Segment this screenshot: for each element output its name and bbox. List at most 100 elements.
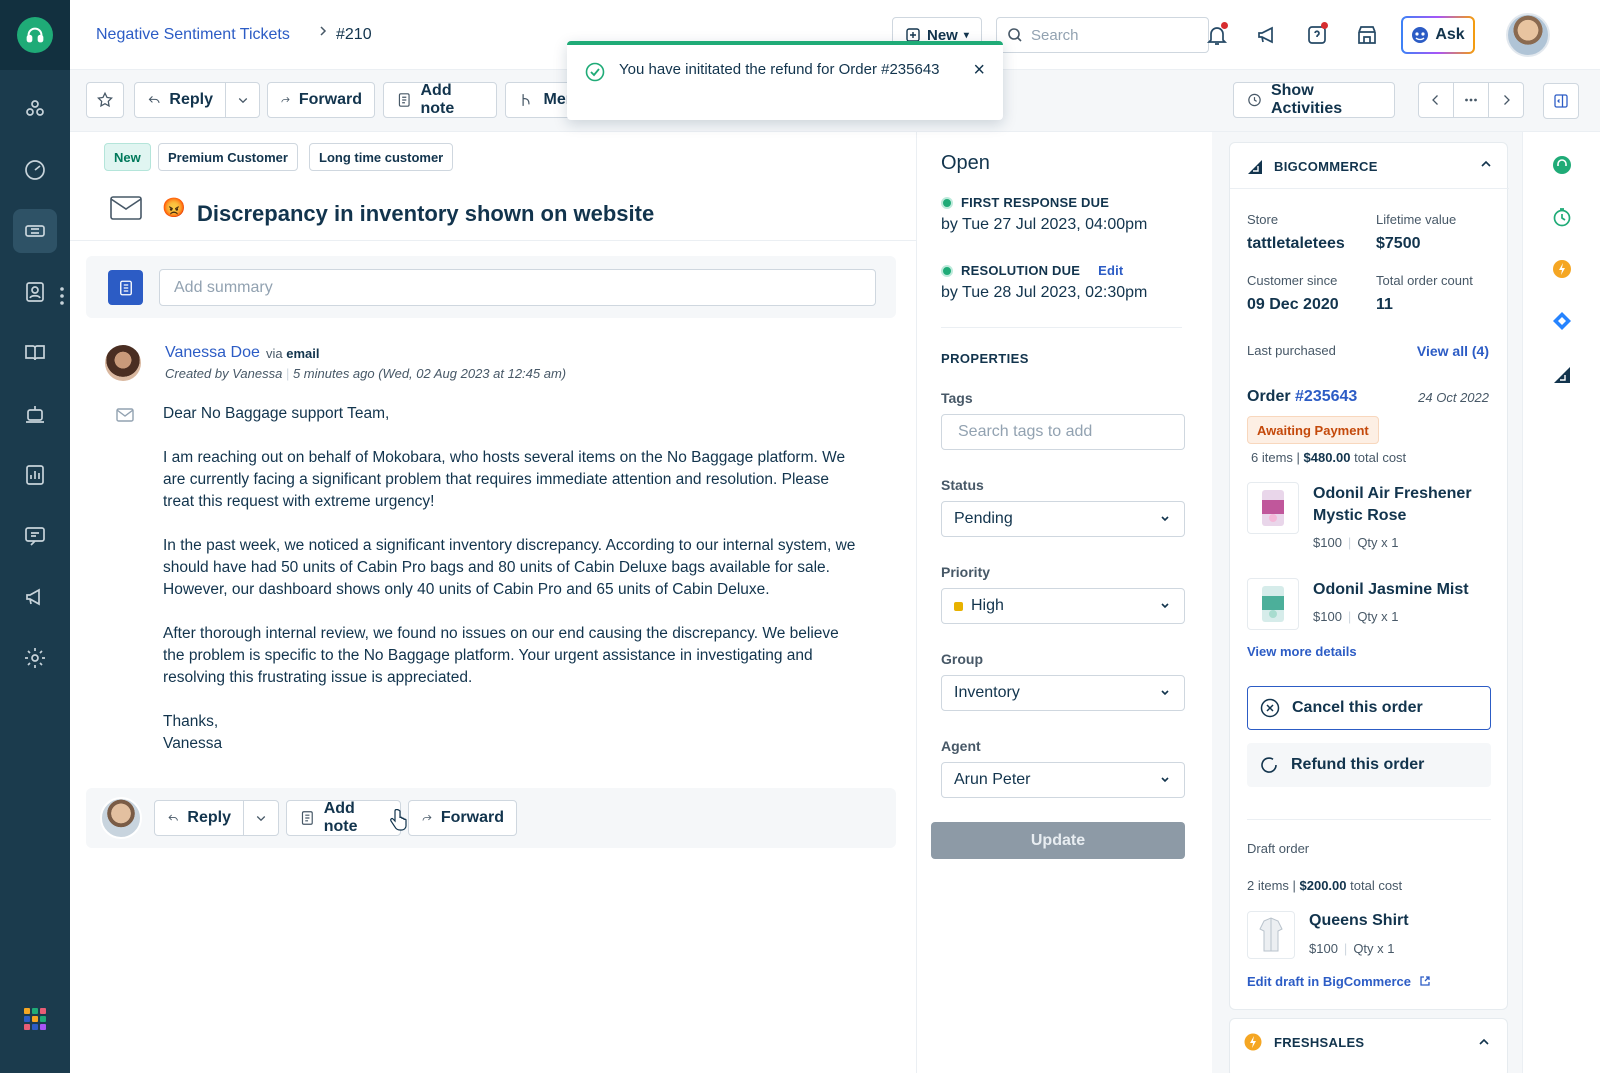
tag-long-time-customer[interactable]: Long time customer: [309, 143, 454, 171]
apps-sidebar: [1522, 132, 1600, 1073]
collapse-sidebar-button[interactable]: [1522, 82, 1600, 120]
nav-analytics-icon[interactable]: [13, 453, 57, 497]
note-icon: [301, 811, 313, 825]
status-label: Status: [941, 477, 984, 493]
agent-select[interactable]: Arun Peter: [941, 762, 1185, 798]
apps-grid-icon[interactable]: [24, 1008, 46, 1030]
global-search-input[interactable]: Search: [996, 17, 1209, 53]
signoff: Thanks,: [163, 713, 219, 730]
nav-tickets-icon[interactable]: [13, 209, 57, 253]
tags-input[interactable]: Search tags to add: [941, 414, 1185, 450]
breadcrumb-ticket-id: #210: [336, 26, 372, 43]
add-summary-input[interactable]: Add summary: [159, 269, 876, 306]
ticket-subject: Discrepancy in inventory shown on websit…: [197, 201, 655, 226]
email-source-icon: [116, 408, 134, 422]
draft-order-label: Draft order: [1247, 841, 1310, 856]
view-more-details-link[interactable]: View more details: [1247, 644, 1357, 659]
summary-section: Add summary: [86, 256, 896, 318]
update-button[interactable]: Update: [931, 822, 1185, 859]
tag-new[interactable]: New: [104, 143, 151, 171]
bigcommerce-app-icon[interactable]: [1551, 364, 1573, 386]
previous-ticket-button[interactable]: [1418, 82, 1454, 118]
add-note-button-bottom[interactable]: Add note: [286, 800, 401, 836]
customer-since-value: 09 Dec 2020: [1247, 296, 1339, 313]
view-all-orders-link[interactable]: View all (4): [1417, 343, 1489, 359]
bigcommerce-title: BIGCOMMERCE: [1274, 159, 1378, 174]
freshdesk-logo-icon[interactable]: [17, 17, 53, 53]
bigcommerce-header[interactable]: BIGCOMMERCE: [1230, 143, 1509, 189]
reply-button-bottom[interactable]: Reply: [154, 800, 244, 836]
resolution-due-value: by Tue 28 Jul 2023, 02:30pm: [941, 284, 1148, 301]
reply-options-dropdown[interactable]: [225, 82, 260, 118]
divider: [70, 240, 917, 241]
notifications-bell-icon[interactable]: [1202, 20, 1232, 50]
forward-button[interactable]: Forward: [267, 82, 375, 118]
message-meta: Created by Vanessa | 5 minutes ago (Wed,…: [165, 366, 567, 381]
product-thumbnail: [1247, 578, 1299, 630]
reply-button[interactable]: Reply: [134, 82, 226, 118]
nav-more-icon[interactable]: [60, 287, 64, 308]
draft-product-name: Queens Shirt: [1309, 912, 1409, 929]
next-ticket-button[interactable]: [1488, 82, 1524, 118]
lifetime-value: $7500: [1376, 235, 1421, 252]
logo-area[interactable]: [0, 0, 70, 70]
freshsales-app-icon[interactable]: [1551, 258, 1573, 280]
nav-contacts-icon[interactable]: [13, 270, 57, 314]
nav-solutions-icon[interactable]: [13, 331, 57, 375]
cancel-order-button[interactable]: Cancel this order: [1247, 686, 1491, 730]
toast-close-icon[interactable]: ×: [973, 59, 985, 82]
signature: Vanessa: [163, 735, 223, 752]
reply-label: Reply: [169, 91, 213, 108]
add-note-button[interactable]: Add note: [383, 82, 497, 118]
jira-app-icon[interactable]: [1551, 310, 1573, 332]
status-dot-icon: [941, 196, 953, 209]
nav-campaigns-icon[interactable]: [13, 575, 57, 619]
status-select[interactable]: Pending: [941, 501, 1185, 537]
forward-label: Forward: [440, 809, 504, 826]
star-button[interactable]: [86, 82, 124, 118]
user-avatar[interactable]: [1506, 13, 1550, 57]
nav-automation-icon[interactable]: [13, 392, 57, 436]
toast-message: You have inititated the refund for Order…: [619, 61, 940, 78]
bigcommerce-card: BIGCOMMERCE Store tattletaletees Lifetim…: [1229, 142, 1509, 1010]
freshsales-card[interactable]: FRESHSALES: [1229, 1018, 1508, 1073]
forward-arrow-icon: [281, 97, 290, 103]
external-link-icon: [1419, 976, 1430, 986]
marketplace-store-icon[interactable]: [1352, 20, 1382, 50]
check-circle-icon: [585, 62, 605, 82]
group-select[interactable]: Inventory: [941, 675, 1185, 711]
order-number-link[interactable]: #235643: [1295, 388, 1357, 405]
help-question-icon[interactable]: [1302, 20, 1332, 50]
sender-via-text: via email: [266, 346, 320, 361]
announcements-megaphone-icon[interactable]: [1252, 20, 1282, 50]
star-icon: [97, 91, 113, 108]
first-response-due-value: by Tue 27 Jul 2023, 04:00pm: [941, 216, 1148, 233]
priority-label: Priority: [941, 564, 991, 580]
more-options-button[interactable]: [1453, 82, 1489, 118]
chevron-left-icon: [1432, 95, 1438, 105]
tag-premium-customer[interactable]: Premium Customer: [158, 143, 298, 171]
breadcrumb-view-link[interactable]: Negative Sentiment Tickets: [96, 26, 290, 44]
priority-select[interactable]: High: [941, 588, 1185, 624]
product-name: Odonil Air Freshener Mystic Rose: [1313, 485, 1472, 524]
forward-button-bottom[interactable]: Forward: [408, 800, 517, 836]
ask-label: Ask: [1435, 26, 1465, 43]
sender-name-link[interactable]: Vanessa Doe: [165, 344, 260, 362]
ask-freddy-button[interactable]: Ask: [1401, 16, 1475, 54]
nav-admin-gear-icon[interactable]: [13, 636, 57, 680]
reply-options-dropdown[interactable]: [243, 800, 279, 836]
chevron-down-icon: [1161, 690, 1169, 696]
search-icon: [1008, 28, 1022, 42]
freshdesk-app-icon[interactable]: [1551, 154, 1573, 176]
divider: [941, 327, 1182, 328]
nav-feedback-icon[interactable]: [13, 514, 57, 558]
nav-dashboard-icon[interactable]: [13, 148, 57, 192]
refund-order-button[interactable]: Refund this order: [1247, 743, 1491, 787]
show-activities-button[interactable]: Show Activities: [1233, 82, 1395, 118]
edit-draft-link[interactable]: Edit draft in BigCommerce: [1247, 974, 1431, 989]
timer-app-icon[interactable]: [1551, 206, 1573, 228]
chevron-right-icon: [1504, 95, 1510, 105]
nav-social-icon[interactable]: [13, 87, 57, 131]
reply-arrow-icon: [168, 814, 178, 821]
edit-resolution-link[interactable]: Edit: [1098, 263, 1123, 278]
